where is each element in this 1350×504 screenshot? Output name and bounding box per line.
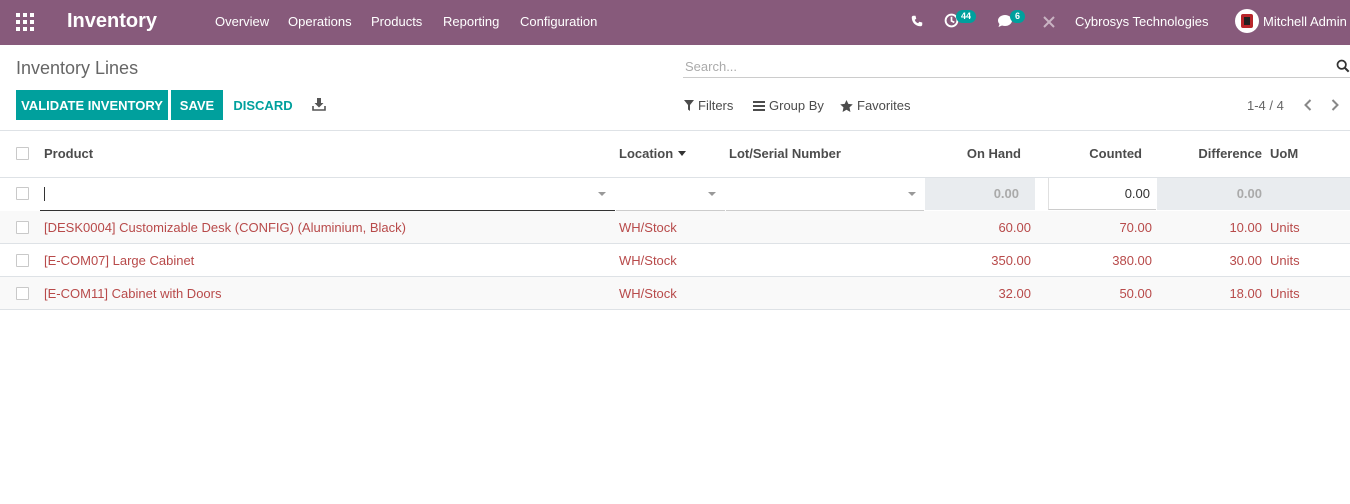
column-header-location[interactable]: Location — [619, 146, 687, 161]
menu-configuration[interactable]: Configuration — [520, 14, 597, 29]
app-name[interactable]: Inventory — [67, 10, 157, 33]
filter-icon — [684, 100, 694, 111]
favorites-label: Favorites — [857, 98, 911, 113]
uom-cell: Units — [1270, 220, 1300, 235]
select-all-checkbox[interactable] — [16, 147, 29, 160]
group-by-label: Group By — [769, 98, 824, 113]
search-icon[interactable] — [1336, 59, 1350, 73]
search-input[interactable] — [683, 56, 1323, 76]
counted-cell[interactable]: 50.00 — [1052, 286, 1152, 301]
menu-operations[interactable]: Operations — [288, 14, 352, 29]
download-icon[interactable] — [312, 97, 326, 111]
row-checkbox[interactable] — [16, 287, 29, 300]
uom-cell: Units — [1270, 253, 1300, 268]
menu-products[interactable]: Products — [371, 14, 422, 29]
column-header-lot[interactable]: Lot/Serial Number — [729, 146, 841, 161]
table-row[interactable]: [E-COM07] Large Cabinet WH/Stock 350.00 … — [0, 244, 1350, 277]
column-header-product[interactable]: Product — [44, 146, 93, 161]
product-field[interactable] — [40, 178, 615, 211]
difference-readonly: 0.00 — [1157, 178, 1350, 210]
breadcrumb: Inventory Lines — [16, 58, 139, 78]
location-cell[interactable]: WH/Stock — [619, 220, 677, 235]
user-menu[interactable]: Mitchell Admin — [1263, 14, 1347, 29]
difference-cell: 18.00 — [1229, 286, 1262, 301]
discard-button[interactable]: DISCARD — [228, 90, 298, 120]
list-icon — [753, 100, 765, 111]
chevron-down-icon[interactable] — [708, 192, 716, 196]
product-cell[interactable]: [E-COM11] Cabinet with Doors — [44, 286, 222, 301]
favorites-button[interactable]: Favorites — [840, 98, 910, 113]
text-cursor — [44, 187, 45, 201]
phone-icon[interactable] — [911, 15, 923, 27]
lot-field[interactable] — [726, 178, 924, 211]
star-icon — [840, 99, 853, 112]
column-header-on-hand[interactable]: On Hand — [921, 146, 1021, 161]
location-cell[interactable]: WH/Stock — [619, 286, 677, 301]
apps-grid-icon[interactable] — [16, 13, 34, 31]
filters-label: Filters — [698, 98, 734, 113]
chevron-down-icon[interactable] — [908, 192, 916, 196]
table-row[interactable]: [E-COM11] Cabinet with Doors WH/Stock 32… — [0, 277, 1350, 310]
product-cell[interactable]: [DESK0004] Customizable Desk (CONFIG) (A… — [44, 220, 406, 235]
sort-desc-icon — [678, 151, 687, 156]
column-header-counted[interactable]: Counted — [1042, 146, 1142, 161]
save-button[interactable]: SAVE — [171, 90, 223, 120]
menu-overview[interactable]: Overview — [215, 14, 269, 29]
activity-badge: 44 — [956, 10, 977, 23]
location-field[interactable] — [616, 178, 725, 211]
uom-cell: Units — [1270, 286, 1300, 301]
row-checkbox[interactable] — [16, 221, 29, 234]
company-switcher[interactable]: Cybrosys Technologies — [1075, 14, 1208, 29]
chevron-left-icon[interactable] — [1301, 97, 1315, 113]
difference-cell: 10.00 — [1229, 220, 1262, 235]
column-header-uom[interactable]: UoM — [1270, 146, 1298, 161]
avatar[interactable] — [1235, 9, 1259, 33]
chevron-down-icon[interactable] — [598, 192, 606, 196]
location-cell[interactable]: WH/Stock — [619, 253, 677, 268]
table-row[interactable]: [DESK0004] Customizable Desk (CONFIG) (A… — [0, 211, 1350, 244]
column-header-location-label: Location — [619, 146, 674, 161]
table-top-border — [0, 130, 1350, 131]
counted-cell[interactable]: 70.00 — [1052, 220, 1152, 235]
chevron-right-icon[interactable] — [1328, 97, 1342, 113]
on-hand-cell: 60.00 — [998, 220, 1031, 235]
on-hand-cell: 32.00 — [998, 286, 1031, 301]
on-hand-cell: 350.00 — [991, 253, 1031, 268]
search-bar — [683, 56, 1350, 78]
row-checkbox[interactable] — [16, 187, 29, 200]
row-checkbox[interactable] — [16, 254, 29, 267]
message-badge: 6 — [1010, 10, 1026, 23]
group-by-button[interactable]: Group By — [753, 98, 824, 113]
filters-button[interactable]: Filters — [684, 98, 733, 113]
column-header-difference[interactable]: Difference — [1162, 146, 1262, 161]
product-cell[interactable]: [E-COM07] Large Cabinet — [44, 253, 194, 268]
validate-inventory-button[interactable]: VALIDATE INVENTORY — [16, 90, 168, 120]
close-x-icon[interactable] — [1042, 15, 1056, 29]
difference-cell: 30.00 — [1229, 253, 1262, 268]
on-hand-readonly: 0.00 — [925, 178, 1035, 210]
pager-value[interactable]: 1-4 / 4 — [1247, 98, 1284, 113]
editable-row: 0.00 0.00 — [0, 178, 1350, 211]
counted-input[interactable] — [1048, 178, 1156, 210]
counted-cell[interactable]: 380.00 — [1052, 253, 1152, 268]
top-navbar: Inventory Overview Operations Products R… — [0, 0, 1350, 45]
menu-reporting[interactable]: Reporting — [443, 14, 499, 29]
